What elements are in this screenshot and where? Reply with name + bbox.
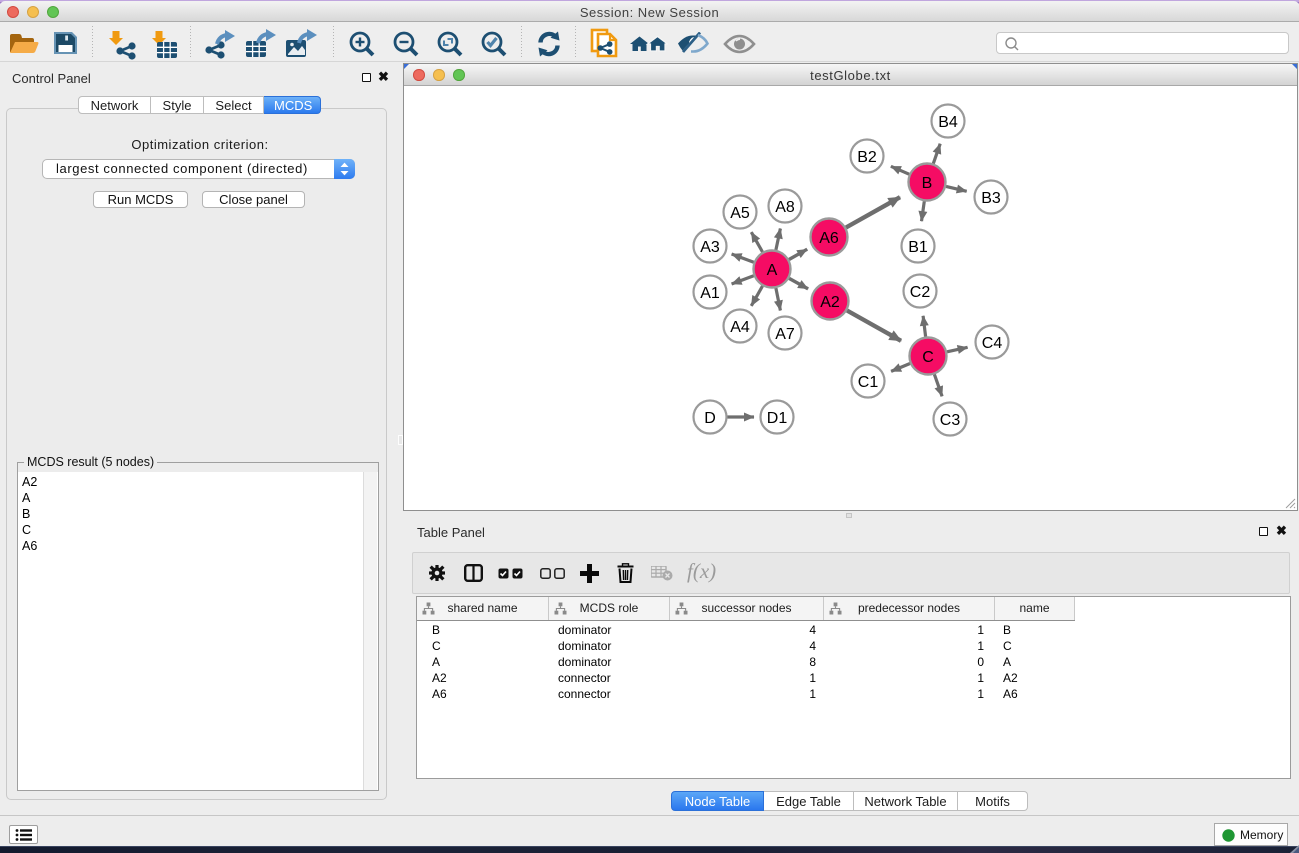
svg-text:A: A <box>767 262 778 279</box>
svg-text:C4: C4 <box>982 335 1003 352</box>
svg-text:D: D <box>704 410 716 427</box>
svg-text:B2: B2 <box>857 149 877 166</box>
svg-text:D1: D1 <box>767 410 788 427</box>
svg-text:A2: A2 <box>820 294 840 311</box>
svg-text:A8: A8 <box>775 199 795 216</box>
svg-text:B4: B4 <box>938 114 958 131</box>
svg-text:B3: B3 <box>981 190 1001 207</box>
svg-text:A6: A6 <box>819 230 839 247</box>
svg-text:C: C <box>922 349 934 366</box>
svg-text:B1: B1 <box>908 239 928 256</box>
svg-text:C3: C3 <box>940 412 961 429</box>
svg-text:A1: A1 <box>700 285 720 302</box>
svg-text:A5: A5 <box>730 205 750 222</box>
svg-text:A4: A4 <box>730 319 750 336</box>
svg-text:C1: C1 <box>858 374 879 391</box>
svg-text:A7: A7 <box>775 326 795 343</box>
svg-text:A3: A3 <box>700 239 720 256</box>
svg-text:B: B <box>922 175 933 192</box>
svg-text:C2: C2 <box>910 284 931 301</box>
